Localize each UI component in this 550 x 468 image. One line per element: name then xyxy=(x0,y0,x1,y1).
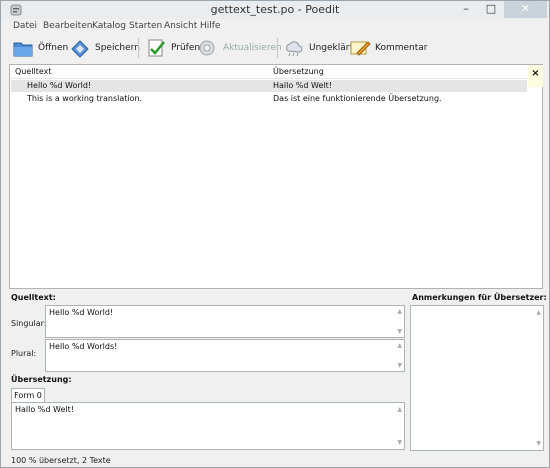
tab-form-0[interactable]: Form 0 xyxy=(11,388,45,402)
plural-label: Plural: xyxy=(11,349,37,358)
minimize-button[interactable]: – xyxy=(454,1,478,18)
scroll-down-icon[interactable]: ▼ xyxy=(397,439,402,446)
menu-bar: Datei Bearbeiten Katalog Starten Ansicht… xyxy=(1,19,549,33)
scroll-down-icon[interactable]: ▼ xyxy=(397,362,402,369)
title-bar: gettext_test.po - Poedit – □ ✕ xyxy=(1,1,549,19)
pencil-note-icon xyxy=(350,41,371,56)
menu-hilfe[interactable]: Hilfe xyxy=(200,21,220,31)
checkmark-document-icon xyxy=(148,39,165,57)
menu-datei[interactable]: Datei xyxy=(13,21,37,31)
toolbar: Öffnen Speichern Prüfen Aktualisieren Un… xyxy=(1,34,549,62)
list-item[interactable]: This is a working translation. Das ist e… xyxy=(11,93,527,105)
app-window: gettext_test.po - Poedit – □ ✕ Datei Bea… xyxy=(0,0,550,468)
cloud-icon xyxy=(286,41,303,57)
source-heading: Quelltext: xyxy=(11,293,56,302)
update-icon xyxy=(199,40,215,56)
open-button[interactable]: Öffnen xyxy=(12,36,68,60)
fuzzy-button[interactable]: Ungeklärt xyxy=(283,36,353,60)
translation-heading: Übersetzung: xyxy=(11,375,72,384)
folder-open-icon xyxy=(13,42,33,57)
scroll-down-icon[interactable]: ▼ xyxy=(397,328,402,335)
list-item[interactable]: Hello %d World! Hallo %d Welt! xyxy=(11,80,527,92)
scroll-up-icon[interactable]: ▲ xyxy=(536,309,541,316)
column-header-source[interactable]: Quelltext xyxy=(15,67,52,76)
status-bar: 100 % übersetzt, 2 Texte xyxy=(1,454,549,467)
column-header-translation[interactable]: Übersetzung xyxy=(273,67,324,76)
scroll-up-icon[interactable]: ▲ xyxy=(397,342,402,349)
scroll-down-icon[interactable]: ▼ xyxy=(536,440,541,447)
translator-notes-field[interactable]: ▲ ▼ xyxy=(410,305,544,451)
update-button[interactable]: Aktualisieren xyxy=(197,36,282,60)
singular-label: Singular: xyxy=(11,319,47,328)
singular-text-field[interactable]: Hello %d World! ▲ ▼ xyxy=(45,305,405,338)
translation-list[interactable]: Quelltext Übersetzung × Hello %d World! … xyxy=(9,64,543,289)
status-text: 100 % übersetzt, 2 Texte xyxy=(11,456,111,465)
plural-text-field[interactable]: Hello %d Worlds! ▲ ▼ xyxy=(45,339,405,372)
maximize-button[interactable]: □ xyxy=(479,1,503,18)
save-button[interactable]: Speichern xyxy=(69,36,140,60)
scroll-up-icon[interactable]: ▲ xyxy=(397,308,402,315)
close-button[interactable]: ✕ xyxy=(504,1,547,18)
translation-text-field[interactable]: Hallo %d Welt! ▲ ▼ xyxy=(11,402,405,450)
notes-heading: Anmerkungen für Übersetzer: xyxy=(412,293,547,302)
scroll-up-icon[interactable]: ▲ xyxy=(397,406,402,413)
toolbar-separator xyxy=(138,38,139,58)
menu-bearbeiten[interactable]: Bearbeiten xyxy=(43,21,92,31)
menu-starten[interactable]: Starten xyxy=(129,21,162,31)
menu-katalog[interactable]: Katalog xyxy=(92,21,126,31)
comment-button[interactable]: Kommentar xyxy=(349,36,427,60)
menu-ansicht[interactable]: Ansicht xyxy=(164,21,197,31)
validate-button[interactable]: Prüfen xyxy=(145,36,200,60)
save-icon xyxy=(71,40,89,58)
toolbar-separator xyxy=(277,38,278,58)
close-panel-button[interactable]: × xyxy=(528,65,543,87)
list-header: Quelltext Übersetzung xyxy=(10,65,530,79)
